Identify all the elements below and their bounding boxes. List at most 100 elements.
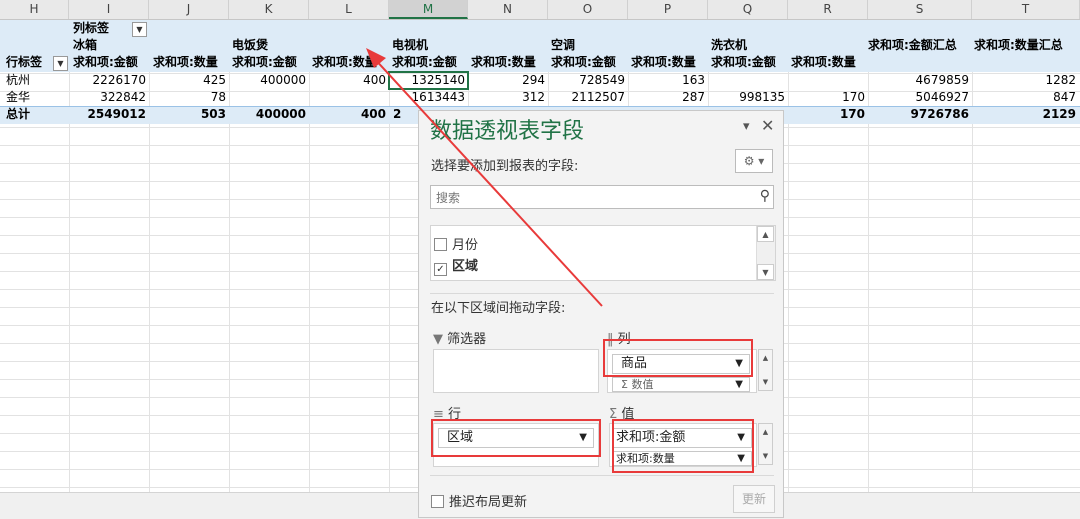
cell[interactable]: 2112507 bbox=[548, 90, 625, 105]
column-header-o[interactable]: O bbox=[548, 0, 628, 19]
total-cell[interactable]: 2549012 bbox=[69, 107, 146, 122]
column-header-h[interactable]: H bbox=[0, 0, 69, 19]
cell[interactable]: 287 bbox=[628, 90, 705, 105]
filters-drop-area[interactable] bbox=[433, 349, 599, 393]
measure-header: 求和项:金额 bbox=[551, 55, 616, 69]
scroll-up-icon[interactable]: ▲ bbox=[759, 352, 772, 364]
column-header-m[interactable]: M bbox=[389, 0, 468, 19]
pane-title: 数据透视表字段 bbox=[430, 119, 585, 144]
defer-update-option[interactable]: 推迟布局更新 bbox=[431, 491, 527, 510]
column-header-p[interactable]: P bbox=[628, 0, 708, 19]
field-item-region[interactable]: ✓ 区域 bbox=[434, 255, 478, 276]
cell[interactable]: 2226170 bbox=[69, 73, 146, 88]
column-header-j[interactable]: J bbox=[149, 0, 229, 19]
gear-icon[interactable]: ⚙ ▾ bbox=[735, 149, 773, 173]
row-label-hangzhou: 杭州 bbox=[6, 73, 31, 87]
total-cell[interactable]: 400000 bbox=[229, 107, 306, 122]
column-header-t[interactable]: T bbox=[972, 0, 1080, 19]
field-label: 月份 bbox=[452, 238, 479, 253]
chip-label: Σ 数值 bbox=[621, 378, 654, 391]
cell[interactable]: 4679859 bbox=[868, 73, 969, 88]
row-labels-header: 行标签 bbox=[6, 55, 43, 69]
cell[interactable]: 78 bbox=[149, 90, 226, 105]
defer-label: 推迟布局更新 bbox=[449, 495, 528, 510]
column-header-n[interactable]: N bbox=[468, 0, 548, 19]
cell[interactable]: 1613443 bbox=[389, 90, 465, 105]
group-label-tv: 电视机 bbox=[392, 38, 429, 52]
cell[interactable]: 294 bbox=[468, 73, 545, 88]
measure-header: 求和项:数量 bbox=[631, 55, 696, 69]
highlight-box-columns bbox=[603, 339, 753, 377]
pane-subtitle: 选择要添加到报表的字段: bbox=[431, 159, 579, 174]
cell[interactable]: 5046927 bbox=[868, 90, 969, 105]
measure-header: 求和项:金额 bbox=[711, 55, 776, 69]
total-qty-header: 求和项:数量汇总 bbox=[974, 38, 1063, 52]
search-input[interactable] bbox=[434, 187, 738, 209]
column-header-bar: H I J K L M N O P Q R S T bbox=[0, 0, 1080, 20]
cell[interactable]: 728549 bbox=[548, 73, 625, 88]
search-icon[interactable]: ⚲ bbox=[760, 188, 770, 204]
row-labels-filter-button[interactable]: ▼ bbox=[53, 56, 68, 71]
close-icon[interactable]: ✕ bbox=[761, 116, 774, 135]
values-area-scrollbar[interactable]: ▲ ▼ bbox=[758, 423, 773, 465]
column-header-s[interactable]: S bbox=[868, 0, 972, 19]
cell[interactable]: 400 bbox=[309, 73, 386, 88]
scroll-up-icon[interactable]: ▲ bbox=[759, 426, 772, 438]
group-label-ac: 空调 bbox=[551, 38, 576, 52]
cell[interactable]: 998135 bbox=[708, 90, 785, 105]
field-list[interactable]: 月份 ✓ 区域 ▲ ▼ bbox=[430, 225, 776, 281]
total-cell[interactable]: 170 bbox=[788, 107, 865, 122]
column-header-i[interactable]: I bbox=[69, 0, 149, 19]
cell[interactable]: 425 bbox=[149, 73, 226, 88]
column-header-l[interactable]: L bbox=[309, 0, 389, 19]
total-row-label: 总计 bbox=[6, 107, 31, 121]
total-amount-header: 求和项:金额汇总 bbox=[868, 38, 957, 52]
filters-label: 筛选器 bbox=[447, 332, 487, 347]
field-list-scrollbar[interactable]: ▲ ▼ bbox=[756, 226, 775, 280]
column-field-chip[interactable]: Σ 数值 ▼ bbox=[612, 377, 750, 392]
cell[interactable]: 322842 bbox=[69, 90, 146, 105]
scroll-down-icon[interactable]: ▼ bbox=[759, 376, 772, 388]
column-header-k[interactable]: K bbox=[229, 0, 309, 19]
checkbox-unchecked[interactable] bbox=[434, 238, 447, 251]
scroll-up-icon[interactable]: ▲ bbox=[757, 226, 774, 242]
column-labels-filter-button[interactable]: ▼ bbox=[132, 22, 147, 37]
filter-icon: ▼ bbox=[433, 332, 443, 347]
highlight-box-rows bbox=[431, 419, 601, 457]
total-cell[interactable]: 400 bbox=[309, 107, 386, 122]
chevron-down-icon[interactable]: ▼ bbox=[735, 378, 743, 391]
cell[interactable]: 170 bbox=[788, 90, 865, 105]
pane-options-chevron-icon[interactable]: ▾ bbox=[743, 119, 750, 134]
row-label-jinhua: 金华 bbox=[6, 90, 31, 104]
cell[interactable]: 847 bbox=[972, 90, 1076, 105]
total-cell[interactable]: 503 bbox=[149, 107, 226, 122]
scroll-down-icon[interactable]: ▼ bbox=[759, 450, 772, 462]
column-header-q[interactable]: Q bbox=[708, 0, 788, 19]
group-label-ricecooker: 电饭煲 bbox=[232, 38, 269, 52]
total-cell[interactable]: 9726786 bbox=[868, 107, 969, 122]
field-label: 区域 bbox=[452, 259, 479, 274]
update-button[interactable]: 更新 bbox=[733, 485, 775, 513]
column-header-r[interactable]: R bbox=[788, 0, 868, 19]
measure-header: 求和项:数量 bbox=[153, 55, 218, 69]
scroll-down-icon[interactable]: ▼ bbox=[757, 264, 774, 280]
measure-header: 求和项:数量 bbox=[791, 55, 856, 69]
filters-area-title: ▼ 筛选器 bbox=[433, 328, 486, 347]
cell[interactable]: 163 bbox=[628, 73, 705, 88]
pivot-field-pane: 数据透视表字段 ▾ ✕ 选择要添加到报表的字段: ⚙ ▾ ⚲ 月份 ✓ 区域 ▲ … bbox=[418, 110, 784, 518]
total-cell[interactable]: 2129 bbox=[972, 107, 1076, 122]
columns-area-scrollbar[interactable]: ▲ ▼ bbox=[758, 349, 773, 391]
cell[interactable]: 1282 bbox=[972, 73, 1076, 88]
drag-hint: 在以下区域间拖动字段: bbox=[431, 301, 566, 316]
field-item-month[interactable]: 月份 bbox=[434, 234, 478, 253]
measure-header: 求和项:数量 bbox=[471, 55, 536, 69]
cell[interactable]: 400000 bbox=[229, 73, 306, 88]
cell[interactable]: 312 bbox=[468, 90, 545, 105]
column-labels-header: 列标签 bbox=[73, 21, 110, 35]
checkbox-unchecked[interactable] bbox=[431, 495, 444, 508]
checkbox-checked[interactable]: ✓ bbox=[434, 263, 447, 276]
total-cell[interactable]: 2 bbox=[393, 107, 401, 122]
measure-header: 求和项:金额 bbox=[392, 55, 457, 69]
measure-header: 求和项:金额 bbox=[73, 55, 138, 69]
field-search[interactable]: ⚲ bbox=[430, 185, 774, 209]
